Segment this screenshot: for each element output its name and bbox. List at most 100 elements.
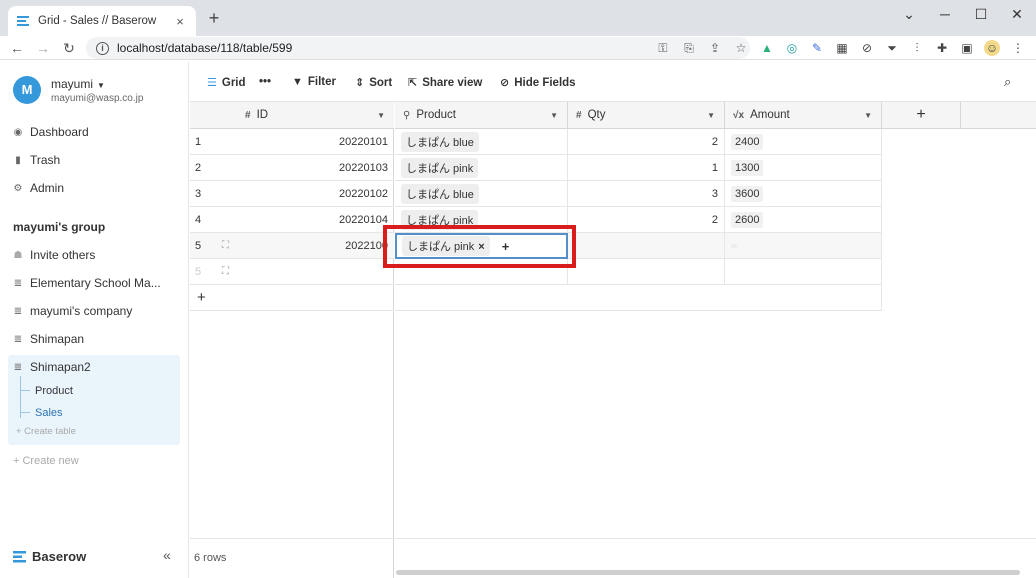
cell-amount[interactable]: 2600 — [725, 207, 882, 233]
create-table-link[interactable]: + Create table — [16, 426, 76, 437]
sort-button[interactable]: ⇕ Sort — [355, 76, 392, 90]
expand-row-icon[interactable]: ⛶ — [222, 266, 229, 277]
translate-icon[interactable]: ⎘ — [680, 41, 698, 56]
window-close-button[interactable]: ✕ — [1005, 6, 1029, 26]
add-link-icon[interactable]: + — [502, 239, 510, 254]
window-minimize-button[interactable]: ─ — [933, 6, 957, 26]
table-row[interactable]: 5 ⛶ — [190, 259, 394, 285]
site-info-icon[interactable]: i — [96, 41, 109, 55]
browser-menu-icon[interactable]: ⋮ — [1010, 40, 1026, 56]
cell-amount[interactable] — [725, 233, 882, 259]
cell-product[interactable]: しまぱん blue — [395, 129, 568, 155]
window-maximize-button[interactable]: ☐ — [969, 6, 993, 26]
group-title[interactable]: mayumi's group — [13, 220, 105, 234]
column-header-product[interactable]: ⚲ Product ▼ — [395, 102, 568, 129]
cell-qty[interactable]: 2 — [568, 207, 725, 233]
column-header-amount[interactable]: √x Amount ▼ — [725, 102, 882, 129]
qr-extension-icon[interactable]: ▦ — [834, 40, 850, 56]
block-extension-icon[interactable]: ⊘ — [859, 40, 875, 56]
view-more-button[interactable]: ••• — [259, 76, 271, 88]
cell-qty[interactable]: 2 — [568, 129, 725, 155]
product-chip[interactable]: しまぱん pink — [401, 157, 479, 178]
cell-qty[interactable]: 1 — [568, 155, 725, 181]
sidebar-item-label: mayumi's company — [30, 304, 133, 318]
cell-amount[interactable]: 3600 — [725, 181, 882, 207]
cell-product[interactable] — [395, 259, 568, 285]
filter-extension-icon[interactable]: ⏷ — [884, 40, 900, 56]
cell-product[interactable]: しまぱん blue — [395, 181, 568, 207]
cell-amount[interactable]: 2400 — [725, 129, 882, 155]
table-row[interactable]: 1 20220101 — [190, 129, 394, 155]
sidebar-item-dashboard[interactable]: ◉ Dashboard — [13, 125, 89, 139]
cell-qty[interactable] — [568, 259, 725, 285]
cell-product[interactable]: しまぱん pink — [395, 155, 568, 181]
expand-row-icon[interactable]: ⛶ — [222, 240, 229, 251]
create-new-link[interactable]: + Create new — [13, 455, 79, 467]
sidebar-table-sales[interactable]: Sales — [35, 407, 63, 419]
back-arrow-icon[interactable]: ← — [8, 39, 26, 57]
search-icon[interactable]: ⌕ — [1004, 74, 1011, 90]
table-row[interactable]: 5 ⛶ 2022100 — [190, 233, 394, 259]
collapse-sidebar-icon[interactable]: « — [163, 547, 171, 563]
table-row[interactable]: 3 20220102 — [190, 181, 394, 207]
equalizer-extension-icon[interactable]: ⫶ — [909, 40, 925, 56]
add-field-button[interactable]: + — [882, 102, 961, 129]
sidebar-item-database[interactable]: ≣ mayumi's company — [13, 304, 133, 318]
profile-avatar-icon[interactable]: ☺ — [984, 40, 1000, 56]
sidebar-item-database-active[interactable]: ≣ Shimapan2 — [13, 360, 91, 374]
new-tab-button[interactable]: + — [204, 8, 224, 29]
tree-branch — [20, 390, 30, 391]
hide-fields-button[interactable]: ⊘ Hide Fields — [500, 76, 576, 90]
bookmark-star-icon[interactable]: ☆ — [732, 41, 750, 55]
circle-extension-icon[interactable]: ◎ — [784, 40, 800, 56]
sidebar-item-label: Dashboard — [30, 125, 89, 139]
sidebar-table-product[interactable]: Product — [35, 385, 73, 397]
product-chip[interactable]: しまぱん blue — [401, 183, 479, 204]
product-chip[interactable]: しまぱん blue — [401, 131, 479, 152]
key-icon[interactable]: ⚿ — [654, 41, 672, 56]
column-header-id[interactable]: # ID ▼ — [190, 102, 394, 129]
view-switcher-button[interactable]: ☰ Grid — [207, 76, 246, 90]
table-row[interactable]: 4 20220104 — [190, 207, 394, 233]
pen-extension-icon[interactable]: ✎ — [809, 40, 825, 56]
chevron-down-icon[interactable]: ▼ — [864, 111, 872, 120]
add-row-strip[interactable] — [395, 285, 882, 311]
avatar[interactable]: M — [13, 76, 41, 104]
sidebar-item-trash[interactable]: ▮ Trash — [13, 153, 60, 167]
column-header-qty[interactable]: # Qty ▼ — [568, 102, 725, 129]
sidebar-item-admin[interactable]: ⚙ Admin — [13, 181, 65, 195]
cell-qty[interactable] — [568, 233, 725, 259]
cell-amount[interactable]: 1300 — [725, 155, 882, 181]
vue-extension-icon[interactable]: ▲ — [759, 40, 775, 56]
side-panel-icon[interactable]: ▣ — [959, 40, 975, 56]
chevron-down-icon[interactable]: ▼ — [707, 111, 715, 120]
product-chip[interactable]: しまぱん pink × — [402, 236, 490, 256]
sidebar-item-database[interactable]: ≣ Elementary School Ma... — [13, 276, 161, 290]
product-chip[interactable]: しまぱん pink — [401, 209, 479, 230]
filter-button[interactable]: ▼ Filter — [292, 76, 336, 88]
window-collapse-icon[interactable]: ⌄ — [897, 6, 921, 26]
browser-tab[interactable]: Grid - Sales // Baserow × — [8, 6, 196, 36]
table-row[interactable]: 2 20220103 — [190, 155, 394, 181]
cell-qty[interactable]: 3 — [568, 181, 725, 207]
tab-close-icon[interactable]: × — [172, 14, 188, 29]
grid-right-section: ⚲ Product ▼ # Qty ▼ √x Amount ▼ + しまぱん b… — [395, 102, 1036, 578]
chevron-down-icon[interactable]: ▼ — [550, 111, 558, 120]
sidebar-item-invite[interactable]: ☗ Invite others — [13, 248, 96, 262]
horizontal-scrollbar[interactable] — [396, 570, 1020, 575]
url-field[interactable]: i localhost/database/118/table/599 ⚿ ⎘ ⇪… — [86, 37, 750, 59]
chevron-down-icon[interactable]: ▼ — [377, 111, 385, 120]
cell-amount[interactable] — [725, 259, 882, 285]
selected-product-cell[interactable]: しまぱん pink × + — [395, 233, 568, 259]
reload-icon[interactable]: ↻ — [60, 39, 78, 57]
cell-product[interactable]: しまぱん pink — [395, 207, 568, 233]
puzzle-extensions-icon[interactable]: ✚ — [934, 40, 950, 56]
share-icon[interactable]: ⇪ — [706, 41, 724, 55]
user-menu[interactable]: mayumi ▼ — [51, 77, 105, 91]
forward-arrow-icon[interactable]: → — [34, 39, 52, 57]
share-view-button[interactable]: ⇱ Share view — [408, 76, 482, 90]
sidebar-item-database[interactable]: ≣ Shimapan — [13, 332, 84, 346]
remove-link-icon[interactable]: × — [478, 241, 484, 253]
add-row-button[interactable]: + — [190, 285, 394, 311]
database-icon: ≣ — [13, 277, 23, 289]
